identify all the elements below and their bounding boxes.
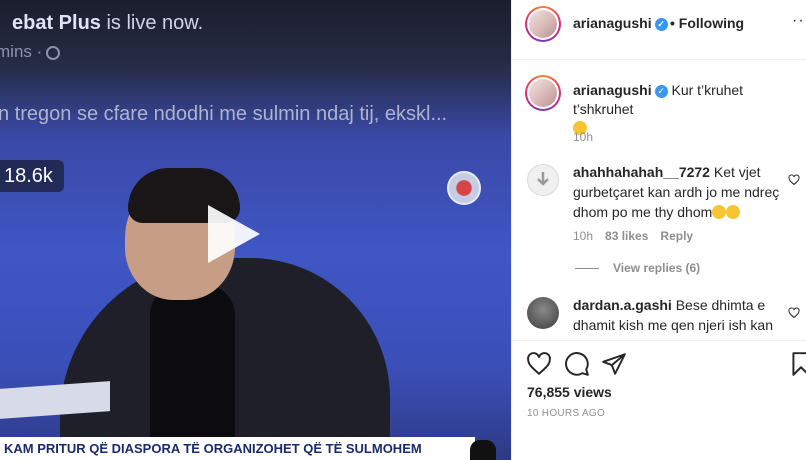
video-view-count: 18.6k xyxy=(0,160,64,192)
share-icon[interactable] xyxy=(601,351,627,377)
bookmark-icon[interactable] xyxy=(788,351,806,377)
caption: arianagushi ✓ Kur t’kruhet t’shkruhet xyxy=(573,81,793,138)
author-username[interactable]: arianagushi ✓ xyxy=(573,15,668,31)
person-shirt xyxy=(150,285,235,460)
views-count[interactable]: 76,855 views xyxy=(527,384,612,400)
post-side-panel: arianagushi✓ • Following ··· arianagushi… xyxy=(511,0,806,460)
post-time: 10 HOURS AGO xyxy=(527,408,606,419)
comment-item: dardan.a.gashi Bese dhimta e dhamit kish… xyxy=(573,295,783,335)
comment-likes[interactable]: 83 likes xyxy=(605,229,648,243)
laughing-emoji-icon xyxy=(726,205,741,219)
comments-list[interactable]: arianagushi ✓ Kur t’kruhet t’shkruhet 10h… xyxy=(512,61,806,339)
verified-badge-icon: ✓ xyxy=(654,85,668,98)
ticker-badge xyxy=(470,440,496,460)
comment-like-icon[interactable] xyxy=(788,173,800,186)
comment-avatar[interactable] xyxy=(527,164,559,196)
news-ticker: KAM PRITUR QË DIASPORA TË ORGANIZOHET QË… xyxy=(0,437,475,460)
laughing-emoji-icon xyxy=(712,205,727,219)
post-header: arianagushi✓ • Following ··· xyxy=(512,0,806,60)
play-icon[interactable] xyxy=(198,201,264,267)
video-overlay-caption: n tregon se cfare ndodhi me sulmin ndaj … xyxy=(0,103,448,125)
caption-username[interactable]: arianagushi xyxy=(573,82,652,98)
post-actions: 76,855 views 10 HOURS AGO xyxy=(512,340,806,460)
comment-like-icon[interactable] xyxy=(788,306,800,319)
caption-time: 10h xyxy=(573,130,594,144)
more-options-icon[interactable]: ··· xyxy=(792,12,806,30)
comment-avatar[interactable] xyxy=(527,297,559,329)
channel-logo xyxy=(447,171,481,205)
caption-author-avatar[interactable] xyxy=(525,75,561,111)
author-avatar[interactable] xyxy=(525,6,561,42)
comment-icon[interactable] xyxy=(564,351,590,377)
comment-username[interactable]: ahahhahahah__7272 xyxy=(573,164,710,180)
globe-icon xyxy=(46,45,61,60)
comment-item: ahahhahahah__7272 Ket vjet gurbetçaret k… xyxy=(573,162,783,222)
following-button[interactable]: • Following xyxy=(670,15,744,31)
video-overlay-time: mins · xyxy=(0,42,61,62)
video-overlay-title: ebat Plus is live now. xyxy=(12,12,204,34)
reply-button[interactable]: Reply xyxy=(660,229,693,243)
comment-time: 10h xyxy=(573,229,594,243)
video-player[interactable]: ebat Plus is live now. mins · n tregon s… xyxy=(0,0,511,460)
heart-icon[interactable] xyxy=(526,351,552,377)
comment-meta: 10h 83 likes Reply xyxy=(573,229,693,243)
view-replies-button[interactable]: View replies (6) xyxy=(575,261,700,275)
comment-username[interactable]: dardan.a.gashi xyxy=(573,297,672,313)
verified-badge-icon: ✓ xyxy=(654,18,668,31)
